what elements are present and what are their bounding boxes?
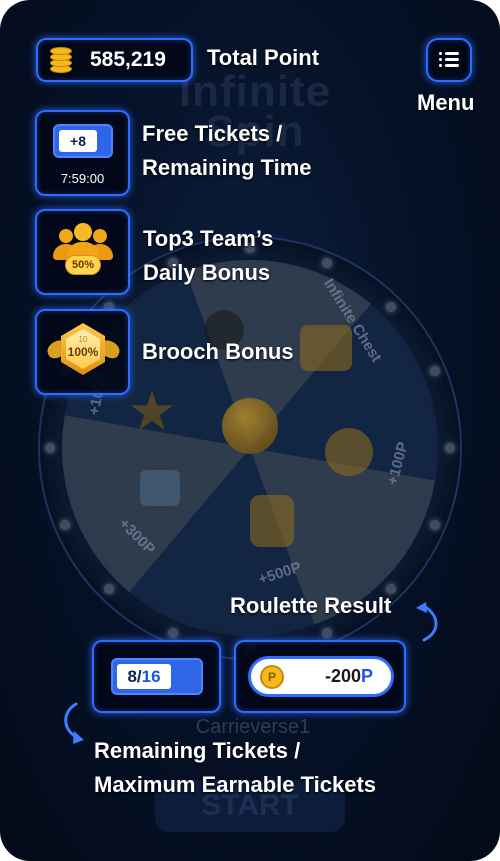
wheel-prize-gem: [140, 470, 180, 506]
menu-label: Menu: [417, 90, 475, 115]
wheel-light: [321, 627, 332, 638]
free-tickets-label: Free Tickets / Remaining Time: [142, 117, 312, 185]
wheel-light: [103, 584, 114, 595]
tickets-max: 16: [141, 667, 161, 686]
free-tickets-tile[interactable]: +8 7:59:00: [35, 110, 130, 196]
tickets-current: 8: [127, 667, 137, 686]
free-tickets-timer: 7:59:00: [60, 171, 105, 186]
free-tickets-label-line2: Remaining Time: [142, 155, 312, 180]
brooch-level: 10: [78, 335, 88, 344]
team-bonus-label-line2: Daily Bonus: [143, 260, 271, 285]
game-screen: Infinite Spin Infinite Chest +100P +500P…: [0, 0, 500, 861]
ticket-icon: 8/16: [111, 658, 203, 695]
wheel-prize-cup: [250, 495, 294, 547]
brooch-bonus-label: Brooch Bonus: [142, 339, 294, 364]
team-bonus-label: Top3 Team’s Daily Bonus: [143, 222, 273, 290]
roulette-result-pill: P -200P: [248, 656, 394, 697]
free-tickets-badge: +8: [59, 130, 97, 152]
roulette-wheel-hub: [222, 398, 278, 454]
total-point-value: 585,219: [90, 48, 166, 71]
ticket-icon: +8: [53, 124, 113, 158]
team-bonus-badge: 50%: [65, 255, 101, 275]
free-tickets-label-line1: Free Tickets /: [142, 121, 283, 146]
roulette-result-value: -200P: [325, 659, 373, 694]
tickets-label: Remaining Tickets / Maximum Earnable Tic…: [94, 734, 376, 802]
menu-button[interactable]: [426, 38, 472, 82]
wheel-prize-coin: [325, 428, 373, 476]
coin-stack-icon: [50, 47, 72, 73]
team-bonus-label-line1: Top3 Team’s: [143, 226, 274, 251]
wheel-light: [45, 443, 55, 453]
brooch-bonus-tile[interactable]: 10 100%: [35, 309, 130, 395]
roulette-result-panel: P -200P: [234, 640, 406, 713]
tickets-panel: 8/16: [92, 640, 221, 713]
roulette-result-unit: P: [360, 666, 373, 686]
list-menu-icon: [439, 51, 459, 69]
team-bonus-tile[interactable]: 50%: [35, 209, 130, 295]
wheel-light: [60, 519, 71, 530]
point-coin-icon: P: [260, 665, 284, 689]
brooch-value: 100%: [67, 345, 99, 359]
wheel-light: [429, 519, 440, 530]
total-point-label: Total Point: [207, 45, 320, 70]
roulette-result-number: -200: [324, 666, 361, 686]
curved-arrow-icon-tickets: [64, 702, 84, 744]
total-point-display: 585,219: [36, 38, 193, 82]
wheel-light: [445, 443, 455, 453]
roulette-result-label: Roulette Result: [230, 593, 392, 618]
tickets-label-line2: Maximum Earnable Tickets: [94, 772, 377, 797]
wheel-light: [429, 366, 440, 377]
wheel-light: [321, 258, 332, 269]
tickets-label-line1: Remaining Tickets /: [94, 738, 301, 763]
wheel-light: [168, 627, 179, 638]
tickets-count: 8/16: [117, 664, 171, 689]
wheel-prize-chest: [300, 325, 352, 371]
wheel-light: [386, 301, 397, 312]
curved-arrow-icon-result: [416, 602, 438, 642]
